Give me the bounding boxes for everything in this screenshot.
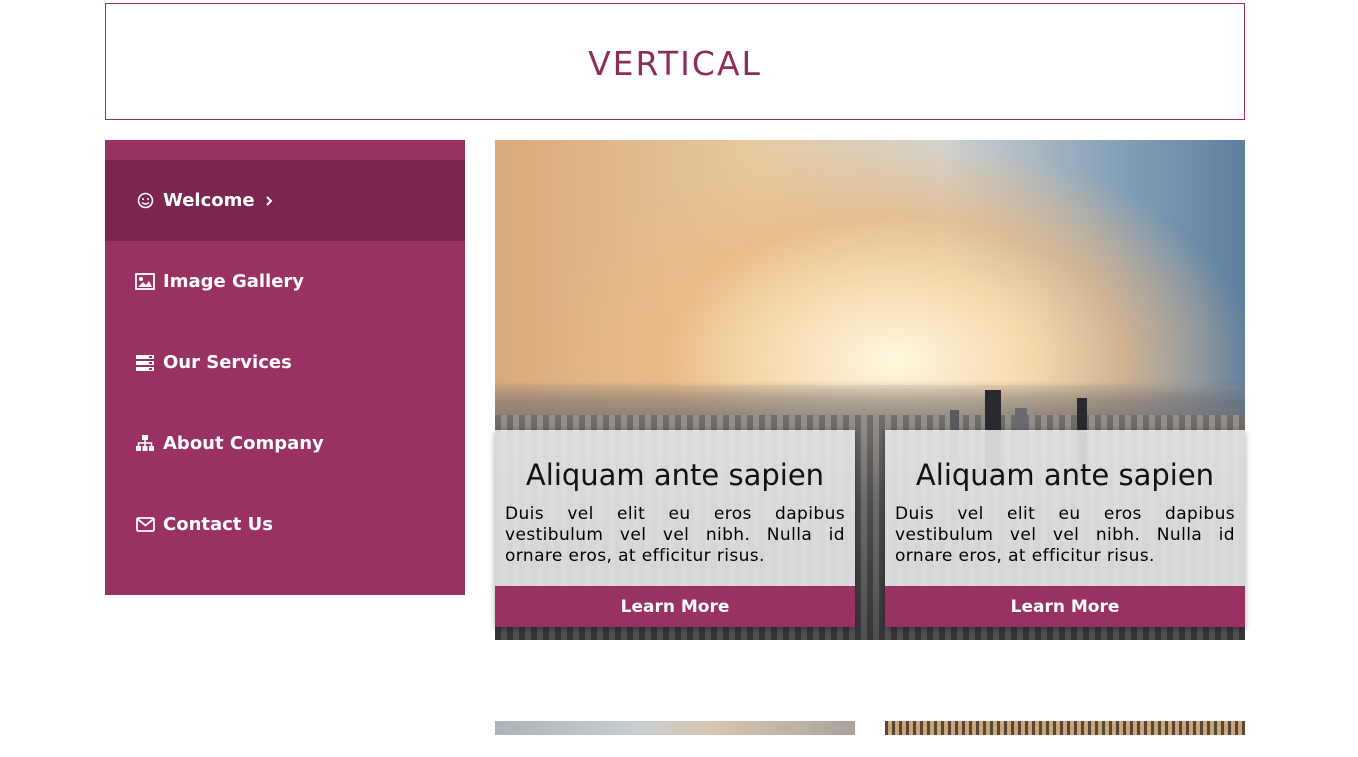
learn-more-button[interactable]: Learn More (495, 586, 855, 627)
learn-more-button[interactable]: Learn More (885, 586, 1245, 627)
sidebar-item-label: About Company (163, 433, 324, 454)
sidebar-item-image-gallery[interactable]: Image Gallery (105, 241, 465, 322)
sidebar-item-about-company[interactable]: About Company (105, 403, 465, 484)
site-header: VERTICAL (105, 3, 1245, 120)
smiley-icon (135, 191, 155, 211)
gallery-thumbnail[interactable] (495, 721, 855, 735)
sidebar-nav: Welcome Image Gallery Our Services About… (105, 140, 465, 595)
server-icon (135, 353, 155, 373)
site-title: VERTICAL (588, 43, 762, 83)
sidebar-item-label: Our Services (163, 352, 292, 373)
sidebar-item-label: Contact Us (163, 514, 274, 535)
card-title: Aliquam ante sapien (915, 458, 1215, 492)
card-title: Aliquam ante sapien (525, 458, 825, 492)
chevron-right-icon (265, 194, 275, 208)
sidebar-item-welcome[interactable]: Welcome (105, 160, 465, 241)
feature-card: Aliquam ante sapien Duis vel elit eu ero… (885, 430, 1245, 627)
sidebar-item-contact-us[interactable]: Contact Us (105, 484, 465, 565)
card-text: Duis vel elit eu eros dapibus vestibulum… (505, 504, 845, 566)
feature-card: Aliquam ante sapien Duis vel elit eu ero… (495, 430, 855, 627)
image-icon (135, 272, 155, 292)
card-text: Duis vel elit eu eros dapibus vestibulum… (895, 504, 1235, 566)
sitemap-icon (135, 434, 155, 454)
sidebar-item-label: Image Gallery (163, 271, 305, 292)
sidebar-item-our-services[interactable]: Our Services (105, 322, 465, 403)
sidebar-item-label: Welcome (163, 190, 255, 211)
gallery-thumbnail[interactable] (885, 721, 1245, 735)
envelope-icon (135, 515, 155, 535)
